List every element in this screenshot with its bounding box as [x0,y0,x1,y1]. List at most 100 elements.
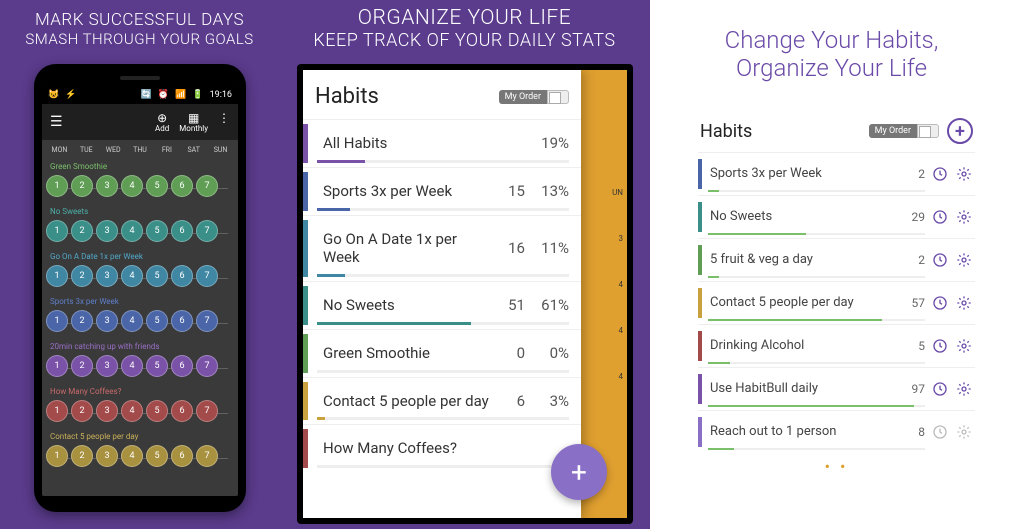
settings-icon[interactable] [955,380,973,398]
day-bubble[interactable]: 2 [71,265,93,287]
habit-title: 20min catching up with friends [42,338,238,353]
day-bubble[interactable]: 1 [46,445,68,467]
color-bar [303,220,308,278]
day-bubble[interactable]: 2 [71,310,93,332]
reminder-icon[interactable] [931,294,949,312]
wifi-icon: 📶 [175,90,186,100]
monthly-button[interactable]: ▦ Monthly [179,112,208,133]
day-bubble[interactable]: 4 [121,265,143,287]
day-bubble[interactable]: 6 [171,445,193,467]
day-bubble[interactable]: 4 [121,355,143,377]
habit-count: 8 [899,425,925,439]
day-bubble[interactable]: 5 [146,220,168,242]
settings-icon[interactable] [955,208,973,226]
day-bubble[interactable]: 5 [146,310,168,332]
day-bubble[interactable]: 2 [71,355,93,377]
settings-icon[interactable] [955,165,973,183]
habit-row[interactable]: 5 fruit & veg a day2 [698,238,975,281]
order-switch[interactable] [917,124,939,138]
day-bubble[interactable]: 4 [121,220,143,242]
habit-row[interactable]: Sports 3x per Week2 [698,152,975,195]
fab-add-button[interactable]: + [551,444,607,500]
day-bubble[interactable]: 1 [46,355,68,377]
day-bubble[interactable]: 5 [146,445,168,467]
habit-stat-row[interactable]: Go On A Date 1x per Week1611% [303,215,581,282]
reminder-icon[interactable] [931,208,949,226]
color-bar [303,124,308,163]
habit-row[interactable]: Contact 5 people per day57 [698,281,975,324]
day-bubble[interactable]: 2 [71,220,93,242]
settings-icon[interactable] [955,337,973,355]
settings-icon[interactable] [955,423,973,441]
day-bubble[interactable]: 2 [71,400,93,422]
day-bubble[interactable]: 1 [46,400,68,422]
habit-row[interactable]: Use HabitBull daily97 [698,367,975,410]
day-bubble[interactable]: 1 [46,175,68,197]
order-toggle[interactable]: My Order [499,90,569,104]
add-button[interactable]: ⊕ Add [155,112,169,133]
overflow-button[interactable]: ⋮ [218,112,230,133]
habit-stat-row[interactable]: Sports 3x per Week1513% [303,167,581,215]
day-bubble[interactable]: 2 [71,175,93,197]
day-bubble[interactable]: 1 [46,265,68,287]
habit-name: Green Smoothie [315,344,493,363]
day-bubble[interactable]: 3 [96,355,118,377]
day-bubble[interactable]: 4 [121,175,143,197]
day-bubble[interactable]: 3 [96,175,118,197]
habit-name: Contact 5 people per day [315,392,493,411]
reminder-icon[interactable] [931,165,949,183]
day-bubble[interactable]: 3 [96,445,118,467]
reminder-icon[interactable] [931,251,949,269]
day-bubble[interactable]: 6 [171,400,193,422]
day-bubble[interactable]: 5 [146,265,168,287]
reminder-icon[interactable] [931,337,949,355]
day-bubble[interactable]: 5 [146,400,168,422]
habit-stat-row[interactable]: How Many Coffees? [303,424,581,472]
day-bubble[interactable]: 5 [146,175,168,197]
reminder-icon[interactable] [931,423,949,441]
day-bubble[interactable]: 7 [196,175,218,197]
habit-stat-row[interactable]: Contact 5 people per day63% [303,377,581,425]
habit-percent: 19% [525,134,569,152]
day-bubble[interactable]: 6 [171,265,193,287]
day-bubble[interactable]: 3 [96,265,118,287]
day-bubble[interactable]: 6 [171,220,193,242]
day-bubble[interactable]: 7 [196,400,218,422]
habit-name: Contact 5 people per day [700,295,899,311]
day-bubble[interactable]: 1 [46,310,68,332]
day-bubble[interactable]: 3 [96,220,118,242]
day-bubble[interactable]: 1 [46,220,68,242]
add-habit-button[interactable]: + [947,118,973,144]
day-bubble[interactable]: 6 [171,175,193,197]
day-bubble[interactable]: 7 [196,265,218,287]
habit-row[interactable]: Reach out to 1 person8 [698,410,975,453]
day-bubble[interactable]: 4 [121,310,143,332]
habit-stat-row[interactable]: All Habits19% [303,119,581,167]
day-bubble[interactable]: 7 [196,355,218,377]
day-bubble[interactable]: 4 [121,445,143,467]
day-bubble[interactable]: 3 [96,310,118,332]
order-switch[interactable] [547,90,569,104]
day-bubble[interactable]: 5 [146,355,168,377]
settings-icon[interactable] [955,294,973,312]
day-bubble[interactable]: 2 [71,445,93,467]
reminder-icon[interactable] [931,380,949,398]
day-bubble[interactable]: 7 [196,445,218,467]
habit-stat-row[interactable]: Green Smoothie00% [303,329,581,377]
settings-icon[interactable] [955,251,973,269]
day-bubble[interactable]: 4 [121,400,143,422]
bg-num: 4 [612,262,623,308]
day-bubble[interactable]: 3 [96,400,118,422]
habit-week-row: 1234567 [42,353,238,383]
habit-row[interactable]: No Sweets29 [698,195,975,238]
habit-percent: 11% [525,239,569,257]
day-bubble[interactable]: 7 [196,220,218,242]
day-bubble[interactable]: 6 [171,355,193,377]
day-bubble[interactable]: 6 [171,310,193,332]
day-bubble[interactable]: 7 [196,310,218,332]
sync-icon: 🔄 [141,90,152,100]
order-toggle[interactable]: My Order [869,124,939,138]
habit-stat-row[interactable]: No Sweets5161% [303,281,581,329]
habit-row[interactable]: Drinking Alcohol5 [698,324,975,367]
menu-icon[interactable]: ☰ [50,114,63,130]
